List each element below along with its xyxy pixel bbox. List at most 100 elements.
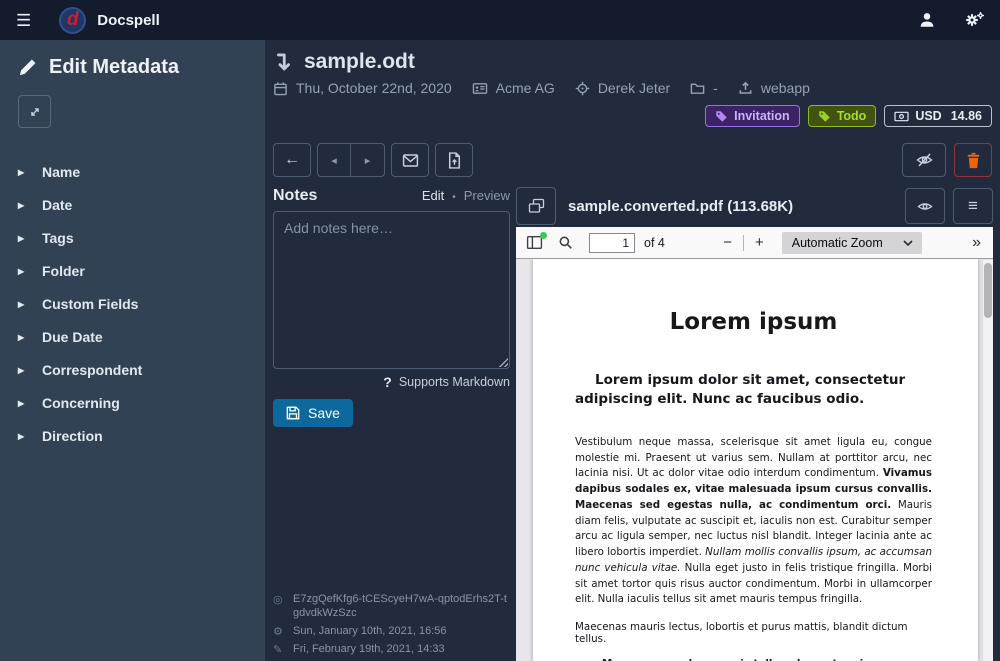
item-correspondent-label: Acme AG — [496, 80, 555, 96]
caret-right-icon: ▸ — [18, 265, 27, 277]
crosshairs-icon — [575, 81, 590, 96]
sidebar-sections: ▸Name ▸Date ▸Tags ▸Folder ▸Custom Fields… — [18, 156, 265, 452]
sidebar-item-name[interactable]: ▸Name — [18, 156, 265, 188]
eye-slash-icon — [915, 152, 934, 168]
document-title: sample.odt — [304, 50, 415, 74]
attachment-header: sample.converted.pdf (113.68K) ≡ — [516, 187, 993, 225]
add-file-button[interactable] — [435, 143, 473, 177]
markdown-hint-link[interactable]: ? Supports Markdown — [383, 374, 510, 390]
money-bill-icon — [894, 110, 909, 123]
sidebar-item-date[interactable]: ▸ Date — [18, 189, 265, 221]
markdown-hint-label: Supports Markdown — [399, 375, 510, 389]
notes-spacer — [273, 427, 510, 589]
notes-header: Notes Edit • Preview — [273, 187, 510, 205]
item-folder: - — [690, 80, 718, 96]
notes-preview-tab[interactable]: Preview — [464, 188, 510, 203]
item-updated-value: Fri, February 19th, 2021, 14:33 — [293, 642, 445, 658]
pdf-zoom-controls: − + Automatic Zoom — [715, 232, 922, 254]
eye-icon — [916, 199, 934, 214]
pdf-scrollbar-track[interactable] — [982, 260, 993, 661]
upload-icon — [738, 81, 753, 96]
sidebar-item-concerning[interactable]: ▸Concerning — [18, 387, 265, 419]
item-date-label: Thu, October 22nd, 2020 — [296, 80, 452, 96]
tag-badges-row: Invitation Todo USD 14.86 — [273, 105, 1000, 127]
caret-right-icon: ▸ — [18, 298, 27, 310]
sidebar-item-label: Correspondent — [42, 362, 142, 378]
zoom-level-select[interactable]: Automatic Zoom — [782, 232, 922, 254]
pencil-icon — [18, 58, 37, 77]
pencil-icon: ✎ — [273, 642, 285, 658]
sidebar-item-custom-fields[interactable]: ▸Custom Fields — [18, 288, 265, 320]
pdf-page-count-label: of 4 — [644, 236, 665, 250]
attachment-view-button[interactable] — [905, 188, 945, 224]
sidebar-item-due-date[interactable]: ▸Due Date — [18, 321, 265, 353]
unconfirm-button[interactable] — [902, 143, 946, 177]
tag-badge-todo[interactable]: Todo — [808, 105, 877, 127]
sidebar-item-label: Date — [42, 197, 72, 213]
tag-icon — [818, 110, 831, 123]
save-button-label: Save — [308, 405, 340, 421]
content-row: Notes Edit • Preview ? Supports Markdown… — [273, 187, 1000, 661]
back-button[interactable]: ← — [273, 143, 311, 177]
settings-gears-icon[interactable] — [964, 11, 984, 29]
tag-badge-invitation[interactable]: Invitation — [705, 105, 800, 127]
next-item-button[interactable]: ▸ — [351, 143, 385, 177]
bullet-item: Maecenas non lorem quis tellus placerat … — [602, 657, 932, 661]
hamburger-menu-icon[interactable]: ☰ — [16, 12, 31, 29]
user-account-icon[interactable] — [918, 11, 936, 29]
item-id-value: E7zgQefKfg6-tCEScyeH7wA-qptodErhs2T-tgdv… — [293, 592, 510, 621]
chevron-down-icon — [903, 240, 913, 246]
notification-dot — [540, 232, 547, 239]
calendar-icon — [273, 81, 288, 96]
main-panel: sample.odt Thu, October 22nd, 2020 Acme … — [265, 40, 1000, 661]
send-mail-button[interactable] — [391, 143, 429, 177]
pdf-page: Lorem ipsum Lorem ipsum dolor sit amet, … — [533, 259, 978, 661]
envelope-icon — [402, 153, 419, 168]
amount-value: 14.86 — [951, 109, 982, 123]
notes-input[interactable] — [273, 211, 510, 369]
pdf-scrollbar-thumb[interactable] — [984, 263, 992, 318]
attachment-select-button[interactable] — [516, 187, 556, 225]
id-card-icon — [472, 81, 488, 96]
sidebar-item-folder[interactable]: ▸Folder — [18, 255, 265, 287]
item-source: webapp — [738, 80, 810, 96]
sidebar-item-direction[interactable]: ▸Direction — [18, 420, 265, 452]
sidebar-item-correspondent[interactable]: ▸Correspondent — [18, 354, 265, 386]
item-concerning-label: Derek Jeter — [598, 80, 670, 96]
zoom-out-button[interactable]: − — [715, 235, 740, 250]
caret-right-icon: ▸ — [18, 232, 27, 244]
item-updated-row: ✎ Fri, February 19th, 2021, 14:33 — [273, 642, 510, 658]
previous-item-button[interactable]: ◂ — [317, 143, 351, 177]
expand-diagonal-icon — [28, 105, 42, 119]
sidebar-item-label: Concerning — [42, 395, 120, 411]
save-notes-button[interactable]: Save — [273, 399, 353, 427]
zoom-in-button[interactable]: + — [747, 235, 772, 250]
pdf-more-tools-button[interactable]: » — [972, 234, 983, 252]
sidebar-item-label: Direction — [42, 428, 103, 444]
chevron-right-icon: ▸ — [365, 154, 371, 167]
tag-badge-label: Todo — [837, 109, 867, 123]
main-layout: Edit Metadata ▸Name ▸Date ▸Tags ▸Folder … — [0, 40, 1000, 661]
notes-edit-tab[interactable]: Edit — [422, 188, 444, 203]
images-stack-icon — [528, 198, 545, 214]
pdf-doc-paragraph: Maecenas mauris lectus, lobortis et puru… — [575, 621, 932, 645]
sidebar-item-tags[interactable]: ▸ Tags — [18, 222, 265, 254]
sidebar-item-label: Name — [42, 164, 80, 180]
delete-item-button[interactable] — [954, 143, 992, 177]
item-toolbar: ← ◂ ▸ — [273, 143, 1000, 177]
pdf-viewer-content: Lorem ipsum Lorem ipsum dolor sit amet, … — [516, 259, 993, 661]
item-info-block: ◎ E7zgQefKfg6-tCEScyeH7wA-qptodErhs2T-tg… — [273, 589, 510, 658]
pdf-sidebar-toggle-icon[interactable] — [526, 235, 543, 250]
pdf-page-number-input[interactable] — [589, 233, 635, 253]
item-correspondent: Acme AG — [472, 80, 555, 96]
caret-right-icon: ▸ — [18, 199, 27, 211]
item-created-value: Sun, January 10th, 2021, 16:56 — [293, 624, 447, 640]
pdf-search-icon[interactable] — [558, 235, 573, 250]
custom-field-badge-usd[interactable]: USD 14.86 — [884, 105, 992, 127]
notes-textarea-wrap — [273, 211, 510, 369]
expand-sidebar-button[interactable] — [18, 95, 51, 128]
attachment-menu-button[interactable]: ≡ — [953, 188, 993, 224]
prev-next-group: ◂ ▸ — [317, 143, 385, 177]
sidebar-item-label: Tags — [42, 230, 74, 246]
toolbar-right-group — [902, 143, 992, 177]
